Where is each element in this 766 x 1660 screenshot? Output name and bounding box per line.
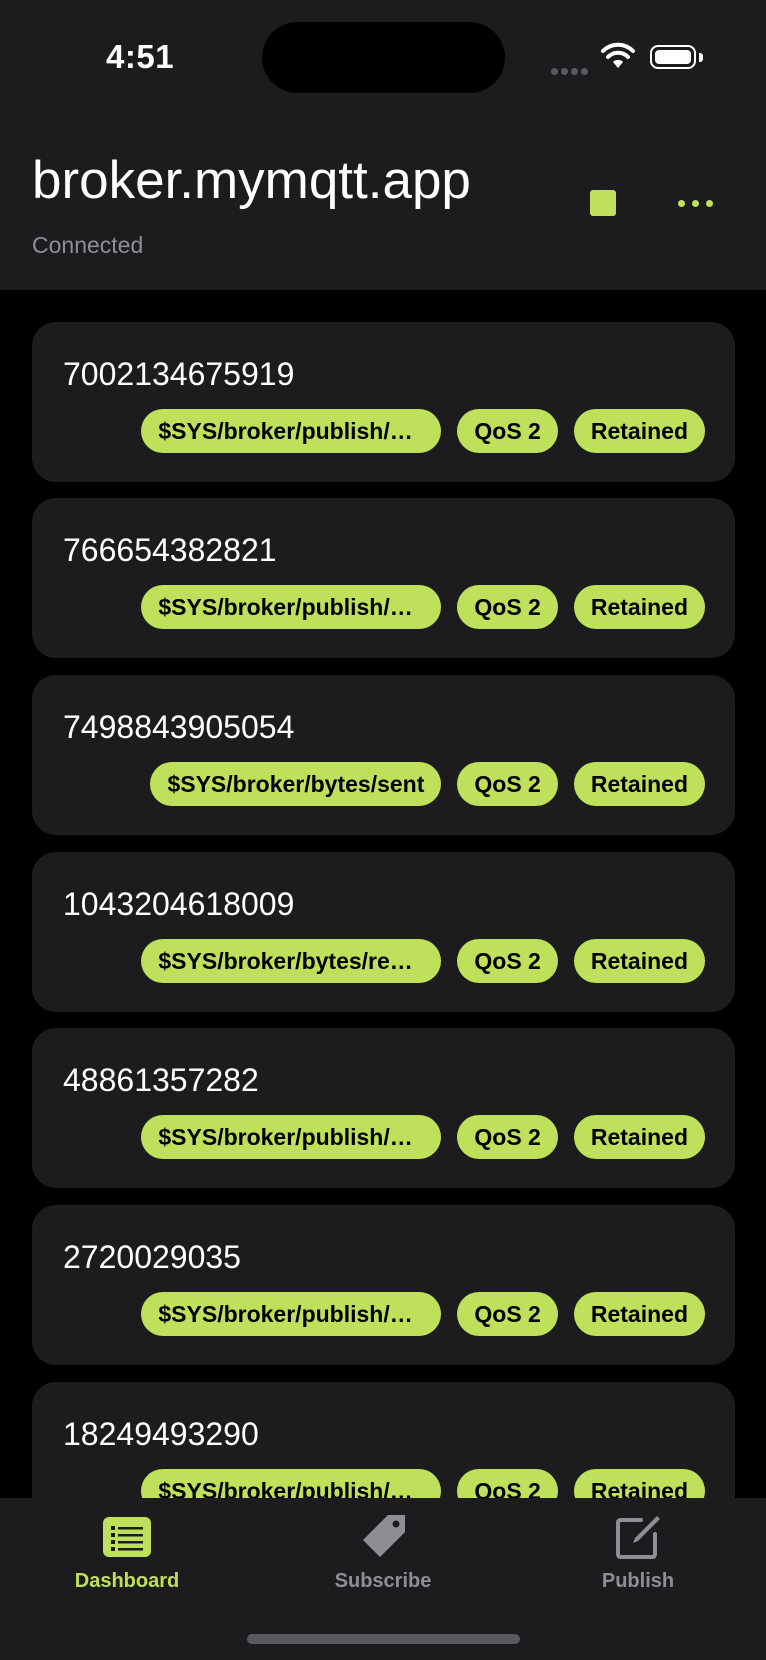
dynamic-island [262,22,505,93]
message-card[interactable]: 18249493290 $SYS/broker/publish/mess... … [32,1382,735,1498]
tab-publish-label: Publish [601,1570,675,1592]
retained-badge: Retained [573,762,705,806]
message-tags: $SYS/broker/publish/mess... QoS 2 Retain… [141,1292,705,1336]
battery-cap [699,53,703,62]
status-time: 4:51 [106,38,175,75]
qos-badge: QoS 2 [457,939,558,983]
message-value: 7002134675919 [63,356,295,392]
connection-status: Connected [32,232,144,258]
home-indicator [247,1634,520,1644]
message-tags: $SYS/broker/publish/mess... QoS 2 Retain… [141,1469,705,1498]
message-card[interactable]: 7002134675919 $SYS/broker/publish/bytes.… [32,322,735,482]
message-tags: $SYS/broker/bytes/sent QoS 2 Retained [150,762,705,806]
retained-badge: Retained [573,1292,705,1336]
message-tags: $SYS/broker/publish/bytes... QoS 2 Retai… [141,409,705,453]
topic-badge: $SYS/broker/publish/mess... [141,1469,442,1498]
cellular-signal-icon [551,62,591,80]
message-value: 2720029035 [63,1239,241,1275]
page-title: broker.mymqtt.app [32,151,471,210]
topic-badge: $SYS/broker/publish/mess... [141,1115,442,1159]
tab-dashboard[interactable]: Dashboard [27,1498,227,1598]
tab-publish[interactable]: Publish [538,1498,738,1598]
message-card[interactable]: 7498843905054 $SYS/broker/bytes/sent QoS… [32,675,735,835]
message-value: 7498843905054 [63,709,295,745]
tab-subscribe-label: Subscribe [334,1570,432,1592]
message-value: 48861357282 [63,1062,259,1098]
nav-header: broker.mymqtt.app Connected [0,120,766,290]
retained-badge: Retained [573,939,705,983]
wifi-icon [601,42,635,68]
retained-badge: Retained [573,585,705,629]
message-card[interactable]: 1043204618009 $SYS/broker/bytes/received… [32,852,735,1012]
qos-badge: QoS 2 [457,409,558,453]
tag-icon [363,1515,405,1557]
retained-badge: Retained [573,1469,705,1498]
topic-badge: $SYS/broker/publish/mess... [141,1292,442,1336]
topic-badge: $SYS/broker/bytes/received [141,939,442,983]
message-card[interactable]: 48861357282 $SYS/broker/publish/mess... … [32,1028,735,1188]
message-tags: $SYS/broker/publish/bytes... QoS 2 Retai… [141,585,705,629]
stop-button[interactable] [590,190,616,216]
topic-badge: $SYS/broker/bytes/sent [150,762,442,806]
list-icon [103,1517,151,1557]
retained-badge: Retained [573,409,705,453]
message-tags: $SYS/broker/bytes/received QoS 2 Retaine… [141,939,705,983]
compose-icon [616,1516,660,1559]
qos-badge: QoS 2 [457,1469,558,1498]
message-list[interactable]: 7002134675919 $SYS/broker/publish/bytes.… [0,290,766,1498]
topic-badge: $SYS/broker/publish/bytes... [141,409,442,453]
more-options-icon[interactable] [678,198,718,208]
message-value: 766654382821 [63,532,277,568]
qos-badge: QoS 2 [457,1115,558,1159]
tab-dashboard-label: Dashboard [74,1570,180,1592]
tab-subscribe[interactable]: Subscribe [283,1498,483,1598]
message-card[interactable]: 2720029035 $SYS/broker/publish/mess... Q… [32,1205,735,1365]
message-tags: $SYS/broker/publish/mess... QoS 2 Retain… [141,1115,705,1159]
qos-badge: QoS 2 [457,762,558,806]
topic-badge: $SYS/broker/publish/bytes... [141,585,442,629]
qos-badge: QoS 2 [457,585,558,629]
message-card[interactable]: 766654382821 $SYS/broker/publish/bytes..… [32,498,735,658]
qos-badge: QoS 2 [457,1292,558,1336]
message-value: 18249493290 [63,1416,259,1452]
battery-icon [650,45,696,69]
message-value: 1043204618009 [63,886,295,922]
retained-badge: Retained [573,1115,705,1159]
status-bar: 4:51 [0,0,766,120]
